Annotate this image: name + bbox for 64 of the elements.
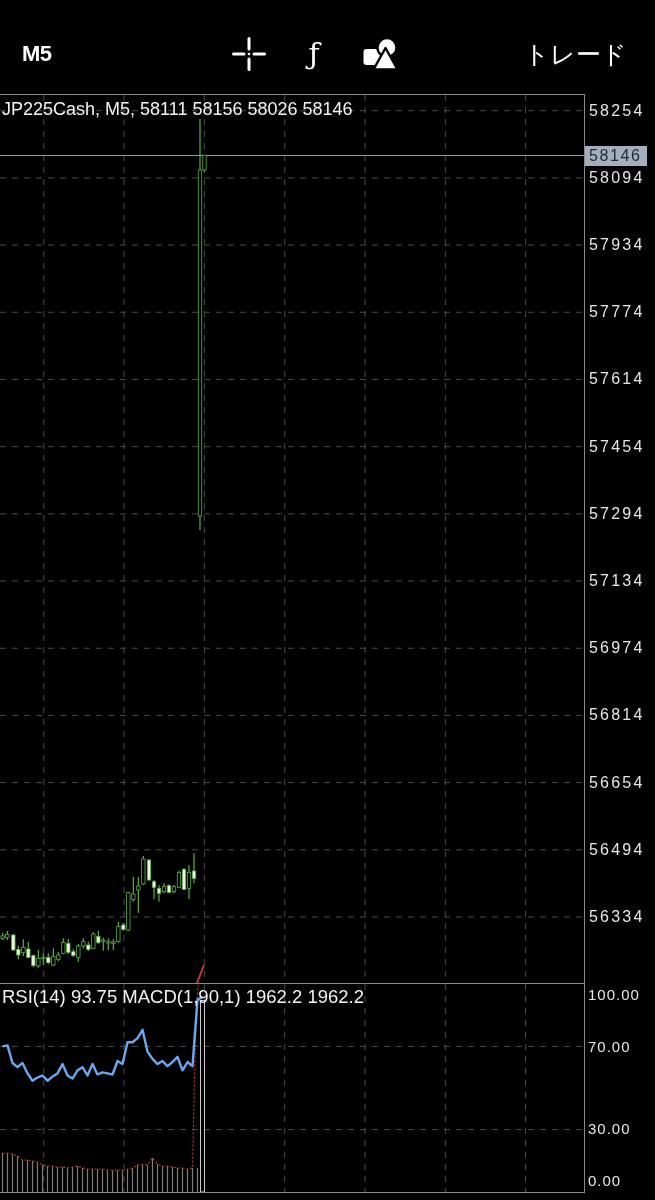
macd-histogram-bar [31,1161,34,1192]
macd-histogram-bar [141,1164,144,1192]
macd-histogram-bar [36,1162,39,1192]
macd-histogram-bar [136,1165,139,1192]
rsi-axis-label: 70.00 [588,1036,631,1057]
macd-histogram-bar [171,1167,174,1192]
current-price-label: 58146 [585,146,647,166]
macd-histogram-bar [146,1165,149,1192]
rsi-axis-label: 100.00 [588,985,640,1005]
macd-histogram-bar [61,1167,64,1192]
price-axis-label: 57934 [589,235,645,256]
price-axis-label: 57614 [589,369,645,390]
price-axis-label: 57454 [589,436,645,457]
macd-histogram-bar [46,1166,49,1192]
macd-histogram-bar [156,1164,159,1192]
macd-histogram-bar [131,1168,134,1192]
function-button[interactable]: ƒ [303,33,325,75]
timeframe-button[interactable]: M5 [22,41,52,67]
price-axis-label: 56814 [589,705,645,726]
macd-histogram-bar [126,1169,129,1192]
macd-histogram-bar [71,1167,74,1192]
macd-histogram-bar [6,1153,9,1192]
price-axis-label: 58254 [589,100,645,121]
macd-histogram-bar [26,1160,29,1192]
macd-histogram-bar [91,1169,94,1192]
indicator-header: RSI(14) 93.75 MACD(1,90,1) 1962.2 1962.2 [2,987,364,1007]
macd-histogram-bar [16,1156,19,1192]
macd-histogram-bar [191,1168,194,1192]
macd-histogram-bar [176,1168,179,1192]
rsi-axis-label: 0.00 [588,1171,622,1191]
macd-histogram-bar [101,1169,104,1192]
trade-button[interactable]: トレード [524,37,627,71]
price-axis-label: 56334 [589,906,645,927]
macd-histogram-bar [161,1166,164,1192]
macd-histogram-bar [66,1168,69,1192]
macd-histogram-bar [166,1166,169,1192]
macd-histogram-bar [106,1170,109,1192]
macd-histogram-bar [186,1169,189,1192]
crosshair-icon[interactable] [231,37,266,71]
macd-histogram-bar [56,1167,59,1192]
macd-histogram-bar [96,1169,99,1192]
macd-histogram-bar [121,1170,124,1192]
price-axis-label: 57134 [589,571,645,591]
macd-histogram-bar [76,1166,79,1192]
macd-histogram-bar [51,1166,54,1192]
price-axis-label: 58094 [589,167,645,188]
macd-histogram-bar [1,1153,4,1192]
price-axis-label: 56654 [589,772,645,793]
price-axis-label: 57294 [589,503,645,524]
macd-histogram-bar [151,1158,154,1192]
macd-histogram-bar [116,1170,119,1192]
price-axis-label: 57774 [589,302,645,323]
macd-histogram-bar [111,1170,114,1192]
macd-histogram-bar [41,1165,44,1192]
macd-histogram-bar [11,1154,14,1192]
macd-histogram-bar [86,1169,89,1192]
quote-header: JP225Cash, M5, 58111 58156 58026 58146 [2,99,353,119]
shapes-icon[interactable] [362,37,399,71]
macd-histogram-bar [21,1160,24,1192]
rsi-axis-label: 30.00 [588,1119,631,1140]
price-axis-label: 56974 [589,638,645,659]
macd-histogram-bar [81,1168,84,1192]
price-axis-label: 56494 [589,839,645,860]
macd-histogram-bar [181,1168,184,1192]
